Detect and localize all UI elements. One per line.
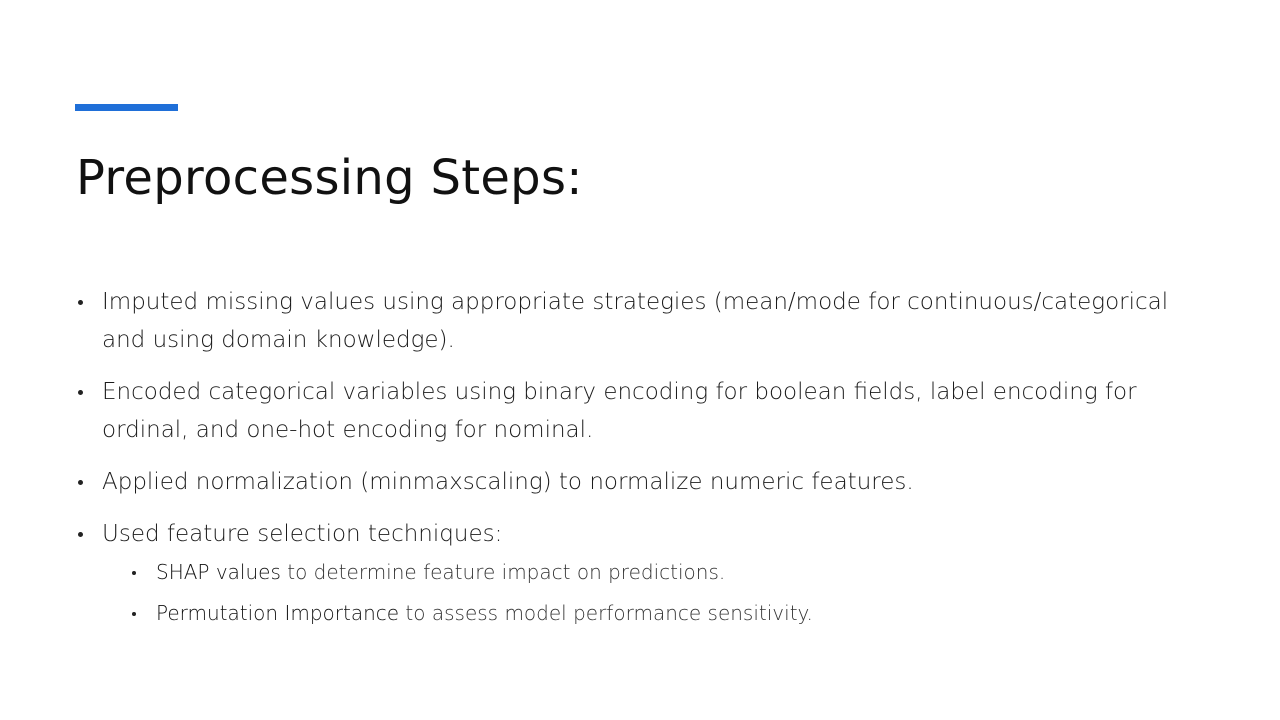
bullet-item: Imputed missing values using appropriate… (76, 283, 1196, 359)
bullet-item-text: Used feature selection techniques: (102, 521, 503, 547)
slide-title: Preprocessing Steps: (76, 150, 583, 206)
sub-bullet-item: Permutation Importance to assess model p… (130, 598, 1196, 628)
slide: Preprocessing Steps: Imputed missing val… (0, 0, 1280, 720)
sub-bullet-description: to assess model performance sensitivity. (399, 601, 813, 625)
sub-bullet-description: to determine feature impact on predictio… (280, 560, 726, 584)
bullet-item: Applied normalization (minmaxscaling) to… (76, 463, 1196, 501)
bullet-item: Encoded categorical variables using bina… (76, 373, 1196, 449)
bullet-list: Imputed missing values using appropriate… (76, 283, 1196, 639)
sub-bullet-term: SHAP values (156, 560, 281, 584)
sub-bullet-term: Permutation Importance (156, 601, 400, 625)
sub-bullet-list: SHAP values to determine feature impact … (102, 557, 1196, 628)
bullet-item: Used feature selection techniques: SHAP … (76, 515, 1196, 628)
title-accent-bar (75, 104, 178, 111)
sub-bullet-item: SHAP values to determine feature impact … (130, 557, 1196, 587)
